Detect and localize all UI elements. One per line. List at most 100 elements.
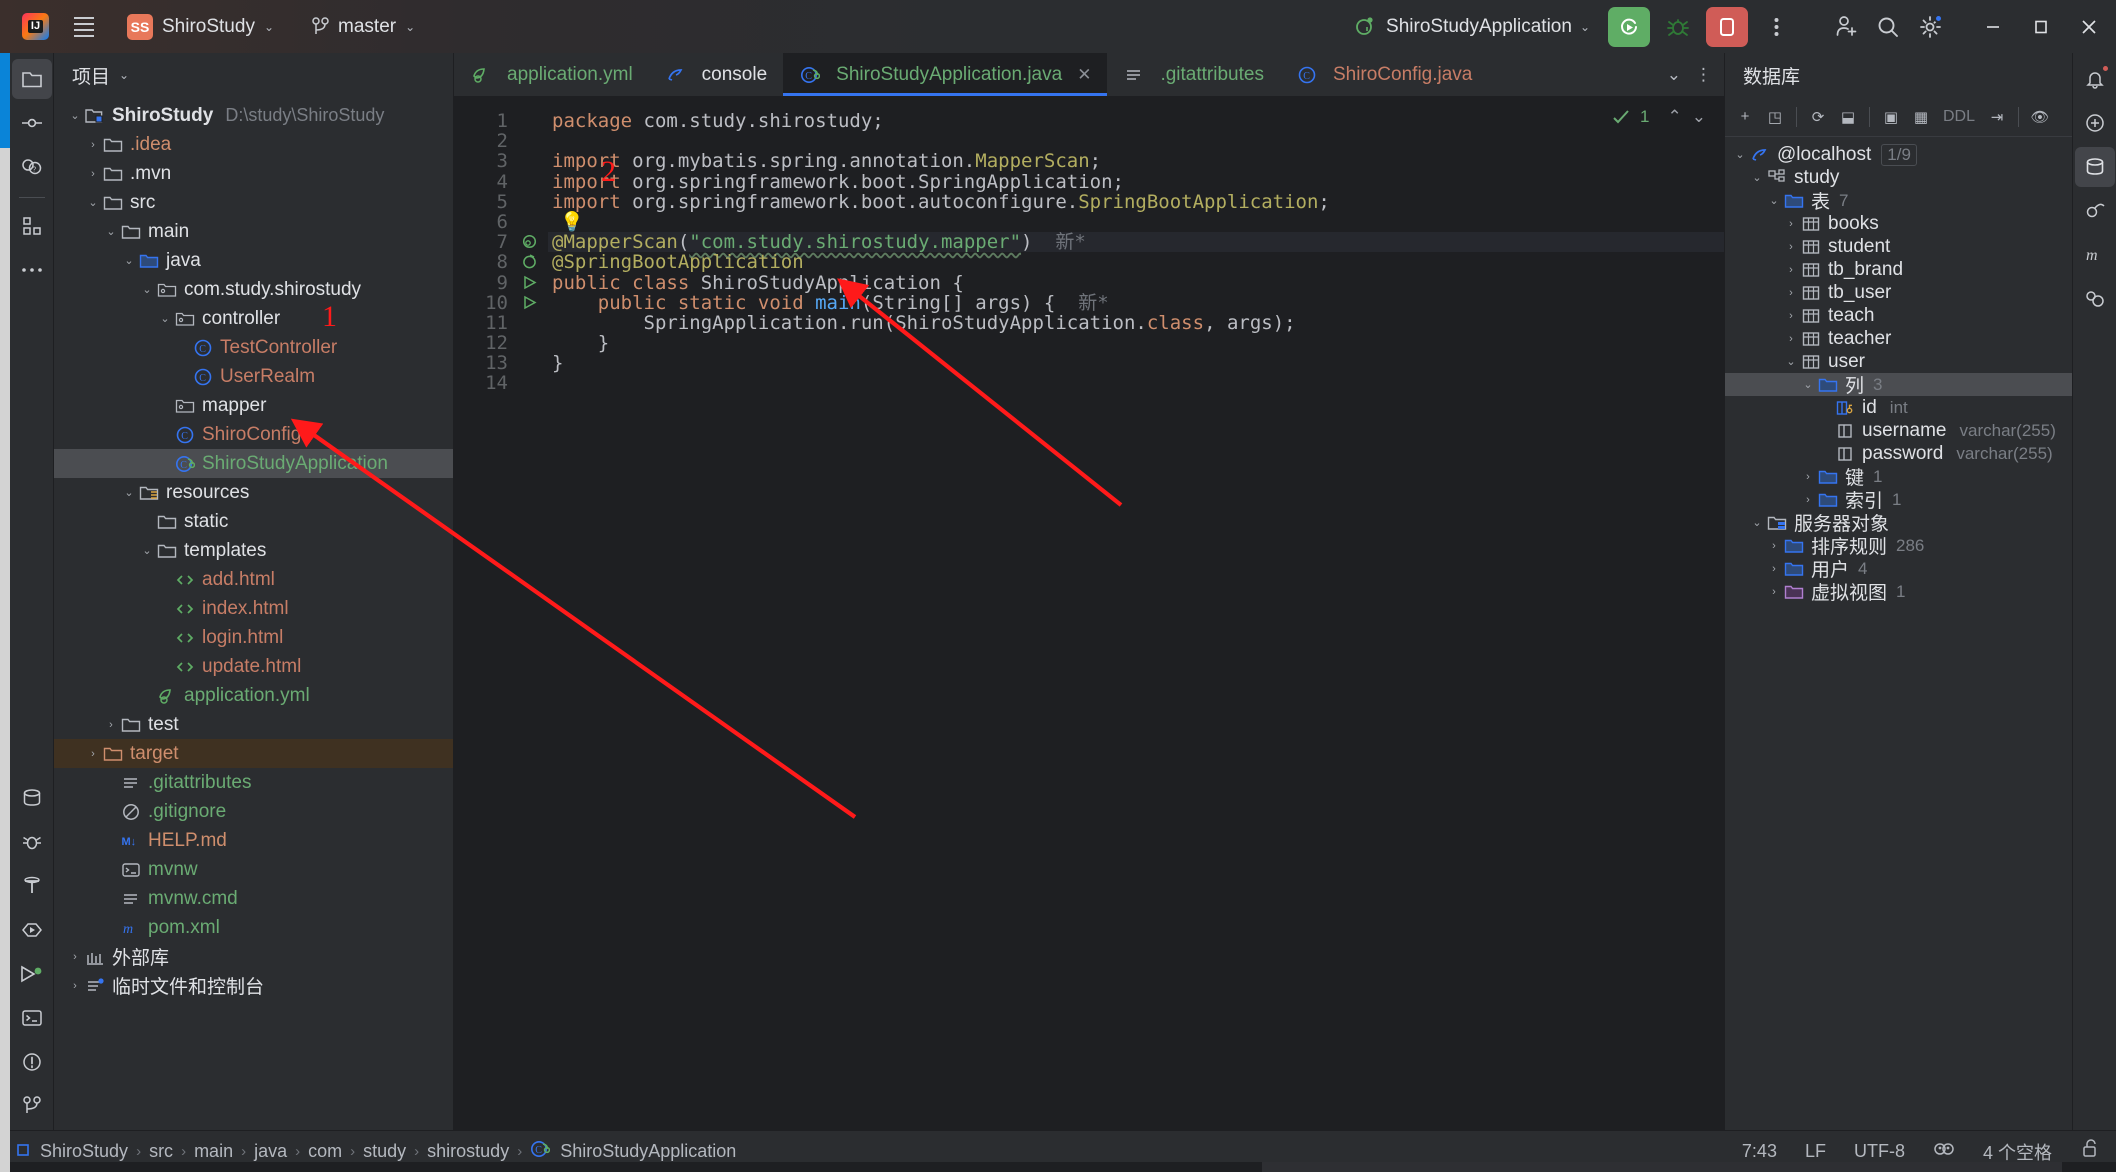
code-line[interactable]: public class ShiroStudyApplication {: [548, 272, 1724, 293]
tree-expander-icon[interactable]: ›: [84, 139, 102, 151]
database-tree-item[interactable]: › 虚拟视图 1: [1725, 580, 2072, 605]
code-line[interactable]: import org.mybatis.spring.annotation.Map…: [548, 151, 1724, 171]
database-tree-item[interactable]: › 索引 1: [1725, 488, 2072, 513]
editor-tabs[interactable]: application.yml console C ShiroStudyApplica…: [454, 53, 1724, 97]
database-settings-icon[interactable]: ◳: [1761, 103, 1789, 131]
close-button[interactable]: [2066, 5, 2112, 49]
minimize-button[interactable]: [1970, 5, 2016, 49]
tool-window-run[interactable]: [12, 954, 52, 994]
breadcrumb-item[interactable]: src: [149, 1141, 173, 1162]
project-tree-item[interactable]: C UserRealm: [54, 362, 453, 391]
tool-window-services[interactable]: [12, 910, 52, 950]
tool-window-more[interactable]: [12, 250, 52, 290]
tool-window-problems[interactable]: [12, 1042, 52, 1082]
project-tree-item[interactable]: login.html: [54, 623, 453, 652]
project-tree-item[interactable]: application.yml: [54, 681, 453, 710]
database-tree-item[interactable]: password varchar(255): [1725, 442, 2072, 465]
database-tree-item[interactable]: › teacher: [1725, 327, 2072, 350]
project-tree-item[interactable]: ⌄ src: [54, 188, 453, 217]
preview-icon[interactable]: 👁: [2026, 103, 2054, 131]
tool-window-notifications[interactable]: [2075, 59, 2115, 99]
code-line[interactable]: [548, 373, 1724, 393]
project-tree-item[interactable]: .gitattributes: [54, 768, 453, 797]
tree-expander-icon[interactable]: ⌄: [1748, 171, 1766, 184]
project-tree-item[interactable]: mvnw: [54, 855, 453, 884]
tree-expander-icon[interactable]: ⌄: [138, 283, 156, 296]
database-tree-item[interactable]: ⌄ study: [1725, 166, 2072, 189]
code-line[interactable]: SpringApplication.run(ShiroStudyApplicat…: [548, 313, 1724, 333]
gutter-marker[interactable]: [516, 273, 548, 293]
project-tree-item[interactable]: ⌄ templates: [54, 536, 453, 565]
project-tree-item[interactable]: add.html: [54, 565, 453, 594]
tabs-list-chevron-icon[interactable]: ⌄: [1657, 65, 1691, 85]
database-tree-item[interactable]: ⌄ @localhost 1/9: [1725, 143, 2072, 166]
chevron-down-icon[interactable]: ⌄: [119, 68, 129, 82]
database-tree-item[interactable]: › teach: [1725, 304, 2072, 327]
project-tree-item[interactable]: C ShiroStudyApplication: [54, 449, 453, 478]
code-content[interactable]: package com.study.shirostudy; import org.…: [548, 97, 1724, 1130]
tree-expander-icon[interactable]: ›: [1782, 287, 1800, 299]
tree-expander-icon[interactable]: ⌄: [102, 225, 120, 238]
code-line[interactable]: [548, 131, 1724, 151]
tree-expander-icon[interactable]: ⌄: [1748, 516, 1766, 529]
gutter-marker[interactable]: [516, 373, 548, 393]
tool-window-plugins[interactable]: [2075, 279, 2115, 319]
project-tree-item[interactable]: ⌄ main: [54, 217, 453, 246]
tool-window-project[interactable]: [11, 59, 52, 99]
project-tree-item[interactable]: › .idea: [54, 130, 453, 159]
code-line[interactable]: }: [548, 353, 1724, 373]
run-configuration-selector[interactable]: ShiroStudyApplication ⌄: [1346, 11, 1600, 43]
gutter-marker[interactable]: [516, 131, 548, 151]
refresh-icon[interactable]: ⟳: [1804, 103, 1832, 131]
tree-expander-icon[interactable]: ›: [1765, 586, 1783, 598]
breadcrumb-item[interactable]: com: [308, 1141, 342, 1162]
gutter-marker[interactable]: [516, 313, 548, 333]
gutter-marker[interactable]: [516, 252, 548, 272]
project-tree-item[interactable]: mapper: [54, 391, 453, 420]
editor-tab[interactable]: C ShiroConfig.java: [1280, 53, 1488, 96]
database-tree-item[interactable]: › student: [1725, 235, 2072, 258]
project-tree-item[interactable]: .gitignore: [54, 797, 453, 826]
tool-window-terminal[interactable]: [12, 998, 52, 1038]
main-menu-icon[interactable]: [67, 10, 101, 44]
gutter-marker[interactable]: [516, 232, 548, 252]
tool-window-version-control[interactable]: [12, 1086, 52, 1126]
breadcrumb-item[interactable]: java: [254, 1141, 287, 1162]
project-tree-item[interactable]: ⌄ java: [54, 246, 453, 275]
close-tab-icon[interactable]: ✕: [1077, 65, 1091, 85]
tool-window-ai-chat[interactable]: [2075, 103, 2115, 143]
tool-window-database[interactable]: [12, 778, 52, 818]
tool-window-maven[interactable]: m: [2075, 235, 2115, 275]
breadcrumb-item[interactable]: main: [194, 1141, 233, 1162]
tree-expander-icon[interactable]: ›: [1782, 264, 1800, 276]
gutter-marker[interactable]: [516, 212, 548, 232]
indent-setting[interactable]: 4 个空格: [1983, 1139, 2052, 1165]
project-tree-item[interactable]: › 外部库: [54, 942, 453, 971]
project-tree-item[interactable]: ⌄ resources: [54, 478, 453, 507]
code-line[interactable]: }: [548, 333, 1724, 353]
database-tree-item[interactable]: › tb_user: [1725, 281, 2072, 304]
breadcrumb-item[interactable]: study: [363, 1141, 406, 1162]
tool-window-database-right[interactable]: [2074, 147, 2115, 187]
database-tree-item[interactable]: id int: [1725, 396, 2072, 419]
project-tree-item[interactable]: update.html: [54, 652, 453, 681]
breadcrumb-item[interactable]: ShiroStudy: [40, 1141, 128, 1162]
tool-window-tool-window-t[interactable]: [12, 866, 52, 906]
tree-expander-icon[interactable]: ⌄: [120, 254, 138, 267]
breadcrumb[interactable]: ShiroStudy › src › main › java › com › study › shiro…: [16, 1139, 736, 1164]
intention-bulb-icon[interactable]: 💡: [552, 211, 584, 233]
tabs-more-icon[interactable]: ⋮: [1695, 65, 1712, 85]
tabs-controls[interactable]: ⌄ ⋮: [1657, 53, 1724, 96]
rerun-button[interactable]: [1608, 6, 1650, 47]
editor-tab[interactable]: .gitattributes: [1107, 53, 1280, 96]
project-tree-item[interactable]: static: [54, 507, 453, 536]
lock-open-icon[interactable]: [2080, 1138, 2100, 1165]
code-editor[interactable]: 1 2 3 4 5 6 7 8 9 10 11 12 13 14 package com.study.sh…: [454, 97, 1724, 1130]
breadcrumb-item[interactable]: shirostudy: [427, 1141, 509, 1162]
tree-expander-icon[interactable]: ›: [66, 951, 84, 963]
project-tree-item[interactable]: ⌄ ShiroStudy D:\study\ShiroStudy: [54, 101, 453, 130]
jump-to-icon[interactable]: ⇥: [1983, 103, 2011, 131]
tree-expander-icon[interactable]: ⌄: [156, 312, 174, 325]
tree-expander-icon[interactable]: ›: [1765, 563, 1783, 575]
git-branch-icon[interactable]: [1933, 1139, 1955, 1164]
